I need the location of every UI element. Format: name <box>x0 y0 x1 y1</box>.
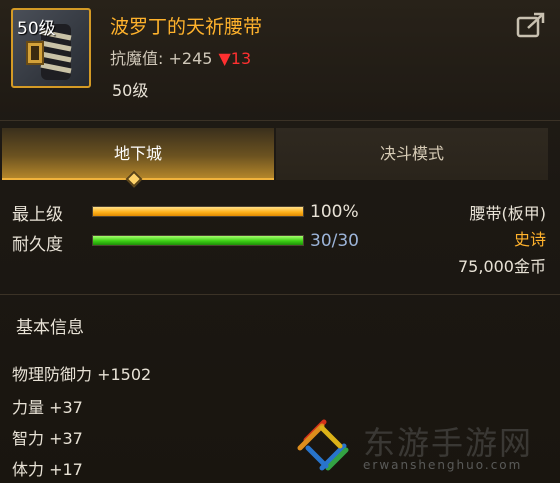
grade-bar <box>92 206 304 217</box>
magic-defense-label: 抗魔值: <box>110 49 164 68</box>
item-level: 50级 <box>112 81 149 100</box>
item-tooltip-panel: 50级 波罗丁的天祈腰带 抗魔值: +245 ▼13 50级 地下城 决斗模式 … <box>0 0 560 483</box>
basic-info-title: 基本信息 <box>16 318 84 338</box>
watermark-logo-icon <box>297 419 349 471</box>
durability-value: 30/30 <box>310 231 359 251</box>
magic-defense-change: ▼13 <box>218 49 252 68</box>
attribute-intelligence: 智力 +37 <box>12 429 83 448</box>
grade-bar-fill <box>93 207 303 216</box>
item-type: 腰带(板甲) <box>469 204 547 223</box>
item-icon-level: 50级 <box>17 19 56 39</box>
durability-bar <box>92 235 304 246</box>
mode-tabs: 地下城 决斗模式 <box>0 128 560 180</box>
item-header: 50级 波罗丁的天祈腰带 抗魔值: +245 ▼13 50级 <box>0 0 560 112</box>
attribute-physical-defense: 物理防御力 +1502 <box>12 365 152 384</box>
item-price: 75,000金币 <box>458 257 546 276</box>
attribute-strength: 力量 +37 <box>12 398 83 417</box>
divider <box>0 294 560 295</box>
durability-bar-fill <box>93 236 303 245</box>
watermark-subtext: erwanshenghuo.com <box>363 458 523 472</box>
divider <box>0 120 560 121</box>
tab-pvp[interactable]: 决斗模式 <box>276 128 548 180</box>
item-rarity: 史诗 <box>513 230 546 249</box>
grade-value: 100% <box>310 202 359 222</box>
share-icon[interactable] <box>516 12 546 38</box>
grade-label: 最上级 <box>12 205 63 225</box>
tab-dungeon[interactable]: 地下城 <box>2 128 274 180</box>
magic-defense-row: 抗魔值: +245 ▼13 <box>110 45 251 69</box>
item-icon[interactable]: 50级 <box>11 8 91 88</box>
durability-label: 耐久度 <box>12 235 63 255</box>
item-name: 波罗丁的天祈腰带 <box>110 16 263 38</box>
magic-defense-value: +245 <box>168 49 213 68</box>
attribute-vitality: 体力 +17 <box>12 460 83 479</box>
